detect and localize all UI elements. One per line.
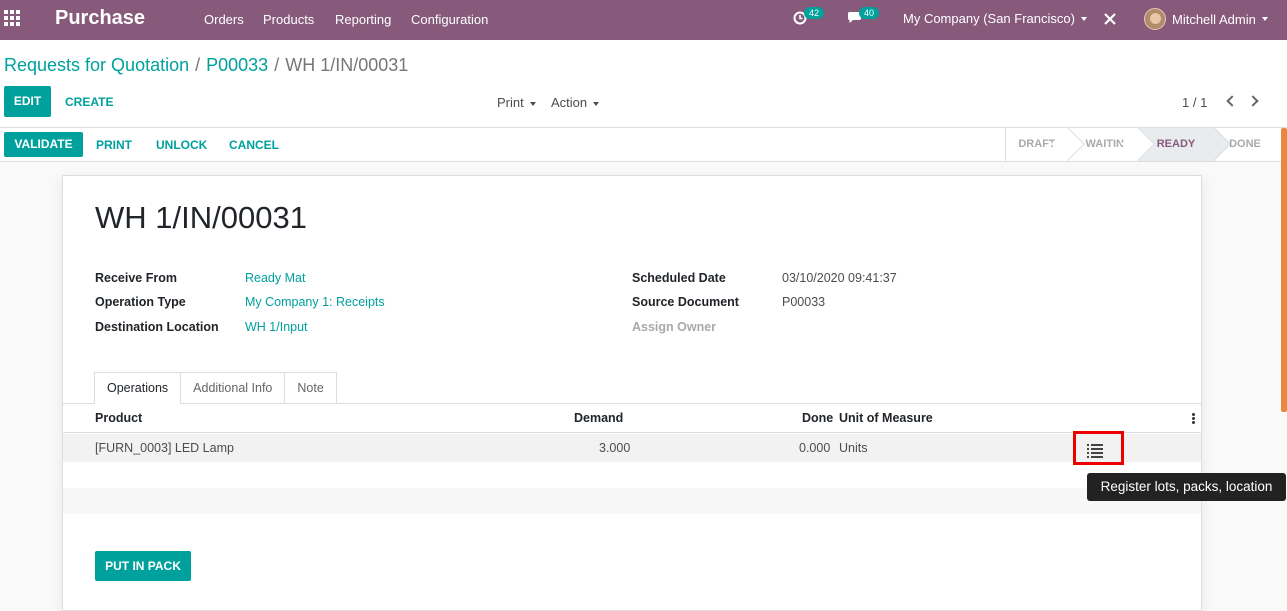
detailed-operations-list-icon[interactable] — [1073, 431, 1124, 465]
assign-owner-label: Assign Owner — [632, 320, 717, 334]
control-panel: Requests for Quotation / P00033 / WH 1/I… — [0, 40, 1287, 128]
breadcrumb-po[interactable]: P00033 — [206, 55, 268, 76]
breadcrumb: Requests for Quotation / P00033 / WH 1/I… — [4, 55, 408, 76]
print-button[interactable]: PRINT — [96, 138, 132, 152]
messages-button[interactable]: 40 — [847, 6, 880, 24]
action-dropdown[interactable]: Action — [551, 95, 600, 110]
user-menu[interactable]: Mitchell Admin — [1144, 8, 1268, 30]
page-title: WH 1/IN/00031 — [95, 200, 307, 235]
apps-menu-icon[interactable] — [4, 10, 22, 28]
edit-button[interactable]: EDIT — [4, 86, 51, 117]
cell-demand: 3.000 — [599, 441, 631, 455]
pager-value[interactable]: 1 / 1 — [1182, 95, 1207, 110]
menu-products[interactable]: Products — [263, 12, 314, 27]
print-dropdown[interactable]: Print — [497, 95, 536, 110]
column-done[interactable]: Done — [802, 411, 833, 425]
scheduled-date-value: 03/10/2020 09:41:37 — [782, 271, 897, 285]
table-header: Product Demand Done Unit of Measure — [63, 404, 1201, 433]
company-switcher[interactable]: My Company (San Francisco) — [903, 11, 1087, 26]
chevron-down-icon — [529, 101, 536, 106]
source-document-label: Source Document — [632, 295, 739, 309]
menu-configuration[interactable]: Configuration — [411, 12, 488, 27]
breadcrumb-separator: / — [195, 55, 201, 75]
column-product[interactable]: Product — [95, 411, 142, 425]
chevron-down-icon — [593, 101, 600, 106]
message-count-badge: 40 — [859, 6, 880, 19]
scrollbar[interactable] — [1281, 128, 1287, 412]
destination-location-value[interactable]: WH 1/Input — [245, 320, 308, 334]
form-sheet: WH 1/IN/00031 Receive From Ready Mat Ope… — [62, 175, 1202, 611]
notebook-tabs: Operations Additional Info Note — [94, 372, 337, 404]
activity-button[interactable]: 42 — [793, 7, 825, 25]
cell-done: 0.000 — [799, 441, 831, 455]
company-name: My Company (San Francisco) — [903, 11, 1075, 26]
chevron-down-icon — [1261, 17, 1268, 21]
status-bar: VALIDATE PRINT UNLOCK CANCEL DRAFT WAITI… — [0, 127, 1287, 162]
tab-additional-info[interactable]: Additional Info — [180, 372, 286, 404]
breadcrumb-current: WH 1/IN/00031 — [285, 55, 409, 75]
cell-uom: Units — [839, 441, 868, 455]
menu-orders[interactable]: Orders — [204, 12, 244, 27]
activity-count-badge: 42 — [804, 7, 825, 19]
empty-row — [63, 488, 1201, 514]
operation-type-label: Operation Type — [95, 295, 186, 309]
tab-note[interactable]: Note — [284, 372, 337, 404]
print-label: Print — [497, 95, 524, 110]
stage-done[interactable]: DONE — [1226, 128, 1264, 161]
action-label: Action — [551, 95, 588, 110]
validate-button[interactable]: VALIDATE — [4, 132, 83, 157]
breadcrumb-rfq[interactable]: Requests for Quotation — [4, 55, 189, 76]
chevron-down-icon — [1080, 16, 1087, 21]
avatar — [1144, 8, 1166, 30]
unlock-button[interactable]: UNLOCK — [156, 138, 207, 152]
column-options-icon[interactable] — [1192, 413, 1195, 424]
tooltip: Register lots, packs, location — [1087, 473, 1286, 501]
debug-tools-icon[interactable] — [1103, 12, 1117, 26]
next-icon[interactable] — [1247, 95, 1259, 107]
top-navbar: Purchase Orders Products Reporting Confi… — [0, 0, 1287, 40]
column-unit-of-measure[interactable]: Unit of Measure — [839, 411, 933, 425]
put-in-pack-button[interactable]: PUT IN PACK — [95, 551, 191, 581]
receive-from-value[interactable]: Ready Mat — [245, 271, 305, 285]
previous-icon[interactable] — [1226, 95, 1238, 107]
breadcrumb-separator: / — [274, 55, 280, 75]
user-name: Mitchell Admin — [1172, 11, 1256, 27]
tab-operations[interactable]: Operations — [94, 372, 182, 404]
app-title[interactable]: Purchase — [55, 7, 145, 30]
receive-from-label: Receive From — [95, 271, 177, 285]
table-row[interactable]: [FURN_0003] LED Lamp 3.000 0.000 Units — [63, 434, 1201, 462]
operation-type-value[interactable]: My Company 1: Receipts — [245, 295, 385, 309]
cell-product: [FURN_0003] LED Lamp — [95, 441, 234, 455]
scheduled-date-label: Scheduled Date — [632, 271, 726, 285]
cancel-button[interactable]: CANCEL — [229, 138, 279, 152]
column-demand[interactable]: Demand — [574, 411, 623, 425]
destination-location-label: Destination Location — [95, 320, 219, 334]
menu-reporting[interactable]: Reporting — [335, 12, 391, 27]
create-button[interactable]: CREATE — [65, 95, 113, 109]
source-document-value: P00033 — [782, 295, 826, 309]
